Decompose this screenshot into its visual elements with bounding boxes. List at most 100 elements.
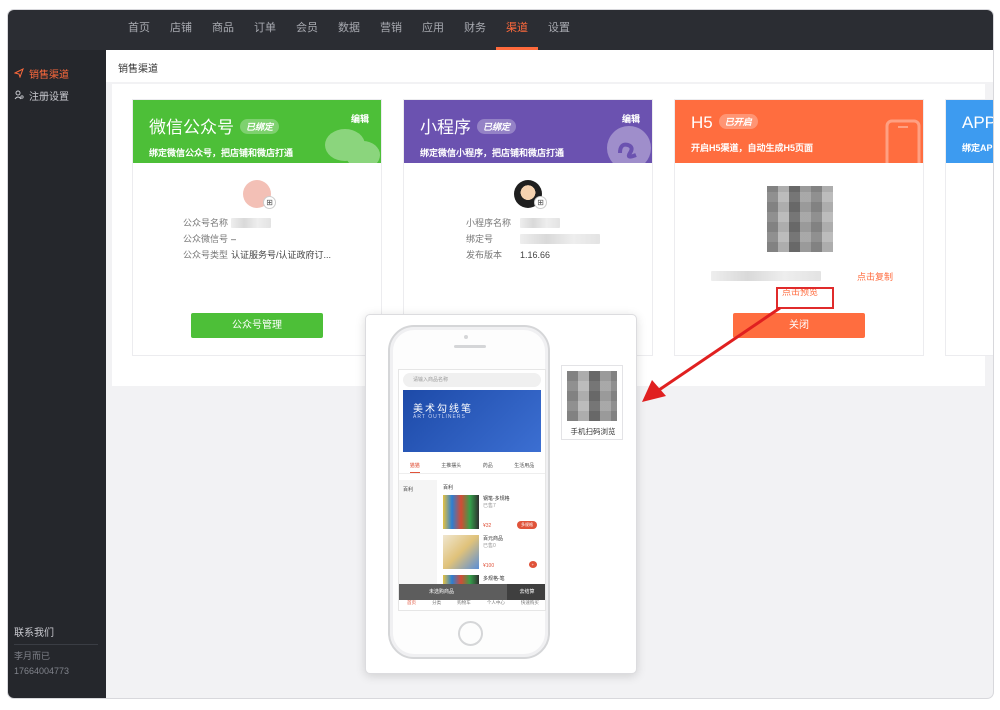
- nav-store[interactable]: 店铺: [160, 10, 202, 50]
- nav-channels[interactable]: 渠道: [496, 10, 538, 50]
- nav-members[interactable]: 会员: [286, 10, 328, 50]
- nav-apps[interactable]: 应用: [412, 10, 454, 50]
- shop-bottom-nav: 首页 分类 购物车 个人中心 快速购买: [399, 600, 545, 610]
- miniprogram-logo-icon: [607, 126, 651, 163]
- nav-finance[interactable]: 财务: [454, 10, 496, 50]
- shop-tab[interactable]: 猫猫: [409, 458, 420, 473]
- category-products: 百利 钢笔-多规格 已售7 ¥32 多规格 百元商品 已售0 ¥100 + 多规格-…: [439, 480, 543, 609]
- scan-qrcode-image: [567, 371, 617, 421]
- cart-bar: 未选购商品 去结算: [399, 584, 545, 600]
- miniprogram-status-badge: 已绑定: [477, 119, 517, 134]
- info-value: –: [231, 234, 237, 244]
- qrcode-mini-icon[interactable]: ⊞: [263, 196, 276, 209]
- cart-status-text: 未选购商品: [429, 589, 455, 595]
- nav-data[interactable]: 数据: [328, 10, 370, 50]
- sidebar-item-registration-settings[interactable]: 注册设置: [8, 84, 106, 106]
- add-to-cart-button[interactable]: +: [528, 561, 537, 568]
- app-card-header: APP 绑定APP: [946, 100, 993, 163]
- nav-products[interactable]: 商品: [202, 10, 244, 50]
- bottom-nav-profile[interactable]: 个人中心: [487, 600, 505, 610]
- bottom-nav-category[interactable]: 分类: [432, 600, 441, 610]
- sidebar: 销售渠道 注册设置 联系我们 李月而已 17664004773: [8, 50, 106, 698]
- wechat-status-badge: 已绑定: [240, 119, 280, 134]
- contact-name: 李月而已: [14, 651, 51, 661]
- miniprogram-card-title: 小程序: [420, 118, 471, 137]
- page-title: 销售渠道: [106, 50, 993, 82]
- miniprogram-card-desc: 绑定微信小程序，把店铺和微店打通: [420, 148, 565, 158]
- top-bar: 首页 店铺 商品 订单 会员 数据 营销 应用 财务 渠道 设置: [8, 10, 993, 50]
- h5-card-title: H5: [691, 113, 713, 132]
- phone-mockup: 请输入商品名称 美术勾线笔 ART OUTLINERS 猫猫 主推摆头 药品 生…: [388, 325, 550, 659]
- top-nav: 首页 店铺 商品 订单 会员 数据 营销 应用 财务 渠道 设置: [118, 10, 580, 50]
- wechat-card: 微信公众号 已绑定 编辑 绑定微信公众号，把店铺和微店打通 ⊞ 公众号名称 公众微…: [132, 99, 382, 356]
- product-item[interactable]: 百元商品 已售0 ¥100 +: [443, 535, 539, 571]
- nav-orders[interactable]: 订单: [244, 10, 286, 50]
- product-name: 多规格-笔: [483, 576, 505, 582]
- annotation-arrow: [642, 306, 781, 402]
- contact-title: 联系我们: [14, 624, 98, 645]
- bottom-nav-quick-buy[interactable]: 快速购买: [521, 600, 539, 610]
- qrcode-mini-icon[interactable]: ⊞: [534, 196, 547, 209]
- user-settings-icon: [14, 90, 24, 100]
- shop-tab[interactable]: 主推摆头: [441, 458, 461, 473]
- category-item[interactable]: 百利: [403, 486, 433, 493]
- phone-home-button: [458, 621, 483, 646]
- phone-camera: [464, 335, 468, 339]
- info-label: 公众号类型: [183, 250, 229, 260]
- wechat-edit-link[interactable]: 编辑: [351, 112, 369, 125]
- shop-tab[interactable]: 生活用品: [514, 458, 534, 473]
- checkout-button[interactable]: 去结算: [507, 584, 545, 600]
- app-card-desc: 绑定APP: [962, 143, 993, 153]
- info-value: 1.16.66: [520, 250, 551, 260]
- category-heading: 百利: [443, 485, 454, 491]
- blurred-value: [520, 218, 560, 228]
- wechat-card-header: 微信公众号 已绑定 编辑 绑定微信公众号，把店铺和微店打通: [133, 100, 381, 163]
- wechat-logo-icon: [325, 129, 380, 163]
- shop-search-input[interactable]: 请输入商品名称: [403, 373, 541, 387]
- category-sidebar: 百利: [399, 480, 437, 584]
- scan-qrcode-label: 手机扫码浏览: [570, 427, 616, 436]
- product-item[interactable]: 钢笔-多规格 已售7 ¥32 多规格: [443, 495, 539, 531]
- shop-banner[interactable]: 美术勾线笔 ART OUTLINERS: [403, 390, 541, 452]
- shop-tab[interactable]: 药品: [483, 458, 493, 473]
- contact-section: 联系我们 李月而已 17664004773: [14, 624, 98, 676]
- sidebar-item-sales-channels[interactable]: 销售渠道: [8, 62, 106, 84]
- nav-settings[interactable]: 设置: [538, 10, 580, 50]
- app-card-title: APP: [962, 113, 993, 132]
- product-price: ¥100: [483, 563, 495, 569]
- h5-qrcode-image: [767, 186, 833, 252]
- nav-marketing[interactable]: 营销: [370, 10, 412, 50]
- phone-screen: 请输入商品名称 美术勾线笔 ART OUTLINERS 猫猫 主推摆头 药品 生…: [398, 369, 546, 611]
- contact-phone: 17664004773: [14, 666, 70, 676]
- product-image: [443, 535, 479, 569]
- info-label: 公众微信号: [183, 234, 229, 244]
- miniprogram-card-header: 小程序 已绑定 编辑 绑定微信小程序，把店铺和微店打通: [404, 100, 652, 163]
- wechat-manage-button[interactable]: 公众号管理: [191, 313, 323, 338]
- h5-card-desc: 开启H5渠道，自动生成H5页面: [691, 143, 814, 153]
- product-price: ¥32: [483, 523, 492, 529]
- h5-card-header: H5 已开启 开启H5渠道，自动生成H5页面: [675, 100, 923, 163]
- h5-url-blurred: [711, 271, 821, 281]
- product-name: 钢笔-多规格: [483, 496, 510, 502]
- miniprogram-info: 小程序名称 绑定号 发布版本 1.16.66: [466, 218, 600, 266]
- info-label: 绑定号: [466, 234, 494, 244]
- wechat-info: 公众号名称 公众微信号 – 公众号类型 认证服务号/认证政府订...: [183, 218, 331, 266]
- nav-home[interactable]: 首页: [118, 10, 160, 50]
- phone-icon: [885, 119, 921, 163]
- h5-status-badge: 已开启: [718, 114, 758, 129]
- info-label: 公众号名称: [183, 218, 229, 228]
- bottom-nav-home[interactable]: 首页: [407, 600, 416, 610]
- sidebar-item-label: 销售渠道: [29, 69, 69, 81]
- banner-title: 美术勾线笔: [413, 404, 473, 415]
- product-image: [443, 495, 479, 529]
- product-sold: 已售0: [483, 543, 496, 549]
- info-value: 认证服务号/认证政府订...: [231, 250, 332, 260]
- bottom-nav-cart[interactable]: 购物车: [457, 600, 471, 610]
- info-label: 小程序名称: [466, 218, 512, 228]
- sidebar-item-label: 注册设置: [29, 91, 69, 103]
- h5-preview-popup: 请输入商品名称 美术勾线笔 ART OUTLINERS 猫猫 主推摆头 药品 生…: [365, 314, 637, 674]
- shop-tabs: 猫猫 主推摆头 药品 生活用品: [399, 458, 545, 474]
- copy-link[interactable]: 点击复制: [857, 270, 893, 283]
- product-spec-button[interactable]: 多规格: [517, 521, 537, 529]
- miniprogram-edit-link[interactable]: 编辑: [622, 112, 640, 125]
